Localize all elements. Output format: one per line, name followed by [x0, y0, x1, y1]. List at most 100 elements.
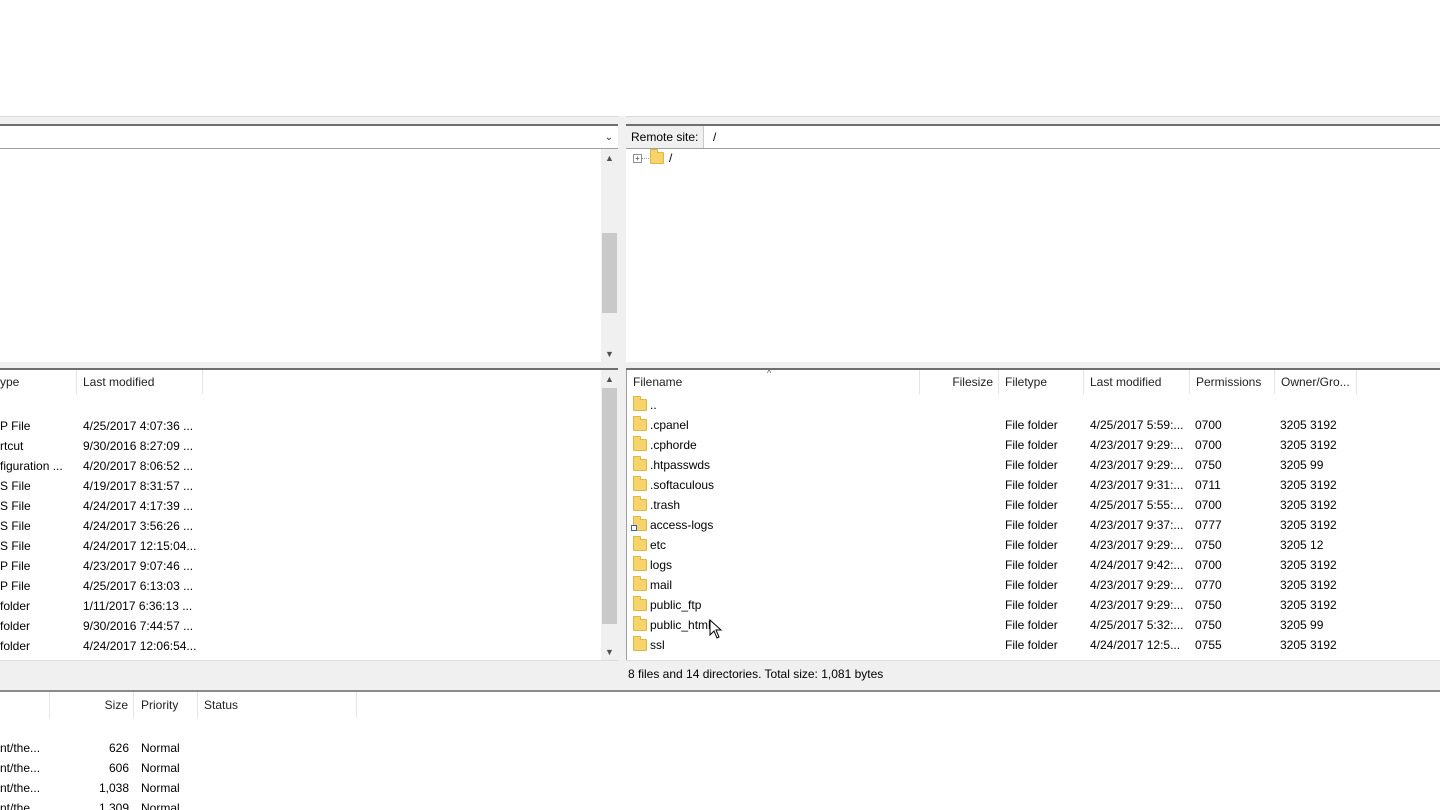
filetype-cell: File folder	[1005, 558, 1058, 572]
owner-group-cell: 3205 3192	[1280, 498, 1337, 512]
filename-cell: .htpasswds	[650, 458, 711, 472]
file-row[interactable]: .cphorde File folder 4/23/2017 9:29:... 070…	[627, 435, 1440, 455]
filetype-cell: File folder	[1005, 418, 1058, 432]
filename-cell: .trash	[650, 498, 681, 512]
list-item[interactable]: folder 4/24/2017 12:06:54...	[0, 636, 600, 656]
owner-group-cell: 3205 99	[1280, 458, 1324, 472]
filetype-cell: rtcut	[0, 439, 24, 453]
modified-cell: 9/30/2016 8:27:09 ...	[83, 439, 194, 453]
column-header-permissions[interactable]: Permissions	[1190, 370, 1275, 394]
permissions-cell: 0700	[1195, 418, 1222, 432]
remote-site-path-input[interactable]: /	[713, 126, 716, 148]
file-row[interactable]: ..	[627, 395, 1440, 415]
file-row[interactable]: public_html File folder 4/25/2017 5:32:...…	[627, 615, 1440, 635]
folder-icon	[633, 496, 647, 511]
modified-cell: 4/24/2017 12:5...	[1090, 638, 1181, 652]
column-header-priority[interactable]: Priority	[134, 692, 198, 718]
list-item[interactable]: P File 4/25/2017 4:07:36 ...	[0, 416, 600, 436]
file-row[interactable]: public_ftp File folder 4/23/2017 9:29:... 0…	[627, 595, 1440, 615]
filename-cell: ..	[650, 398, 657, 412]
column-header-filetype[interactable]: Filetype	[999, 370, 1084, 394]
filetype-cell: File folder	[1005, 638, 1058, 652]
list-item[interactable]: folder 9/30/2016 7:44:57 ...	[0, 616, 600, 636]
column-header-filename[interactable]: Filename	[627, 370, 920, 394]
modified-cell: 4/24/2017 3:56:26 ...	[83, 519, 194, 533]
column-header-size[interactable]: Size	[50, 692, 134, 718]
remote-directory-tree[interactable]: + /	[626, 149, 1440, 362]
modified-cell: 4/24/2017 4:17:39 ...	[83, 499, 194, 513]
column-header-remote-file[interactable]	[0, 692, 50, 718]
list-item[interactable]: S File 4/24/2017 3:56:26 ...	[0, 516, 600, 536]
list-item[interactable]: rtcut 9/30/2016 8:27:09 ...	[0, 436, 600, 456]
filetype-cell: folder	[0, 639, 31, 653]
column-header-filesize[interactable]: Filesize	[920, 370, 999, 394]
permissions-cell: 0777	[1195, 518, 1222, 532]
file-row[interactable]: .softaculous File folder 4/23/2017 9:31:..…	[627, 475, 1440, 495]
filetype-cell: File folder	[1005, 478, 1058, 492]
scroll-down-icon[interactable]: ▼	[601, 643, 618, 660]
remote-site-bar: Remote site: /	[626, 124, 1440, 149]
column-header-last-modified[interactable]: Last modified	[77, 370, 203, 394]
column-header-status[interactable]: Status	[198, 692, 357, 718]
horizontal-splitter[interactable]	[0, 362, 1440, 370]
column-header-last-modified[interactable]: Last modified	[1084, 370, 1190, 394]
modified-cell: 4/23/2017 9:37:...	[1090, 518, 1184, 532]
filetype-cell: S File	[0, 479, 31, 493]
permissions-cell: 0700	[1195, 558, 1222, 572]
queue-row[interactable]: nt/the... 626 Normal	[0, 738, 400, 758]
list-item[interactable]: S File 4/24/2017 12:15:04...	[0, 536, 600, 556]
owner-group-cell: 3205 3192	[1280, 438, 1337, 452]
list-item[interactable]: P File 4/25/2017 6:13:03 ...	[0, 576, 600, 596]
owner-group-cell: 3205 3192	[1280, 578, 1337, 592]
list-item[interactable]: P File 4/23/2017 9:07:46 ...	[0, 556, 600, 576]
local-site-path-combobox[interactable]: ⌄	[0, 124, 618, 149]
filetype-cell: folder	[0, 599, 31, 613]
vertical-splitter[interactable]	[618, 116, 626, 690]
file-row[interactable]: .htpasswds File folder 4/23/2017 9:29:... 0…	[627, 455, 1440, 475]
file-row[interactable]: .cpanel File folder 4/25/2017 5:59:... 0700…	[627, 415, 1440, 435]
filetype-cell: figuration ...	[0, 459, 63, 473]
column-header-filetype[interactable]: ype	[0, 370, 77, 394]
filetype-cell: File folder	[1005, 618, 1058, 632]
filetype-cell: P File	[0, 419, 31, 433]
list-item[interactable]: folder 1/11/2017 6:36:13 ...	[0, 596, 600, 616]
modified-cell: 1/11/2017 6:36:13 ...	[83, 599, 193, 613]
chevron-down-icon[interactable]: ⌄	[602, 129, 616, 145]
file-row[interactable]: ssl File folder 4/24/2017 12:5... 0755 3205 …	[627, 635, 1440, 655]
local-file-list[interactable]: ype Last modified P File 4/25/2017 4:07:3…	[0, 370, 618, 660]
scroll-up-icon[interactable]: ▲	[601, 149, 618, 166]
scroll-down-icon[interactable]: ▼	[601, 345, 618, 362]
filetype-cell: File folder	[1005, 498, 1058, 512]
list-item[interactable]: S File 4/24/2017 4:17:39 ...	[0, 496, 600, 516]
scroll-up-icon[interactable]: ▲	[601, 370, 618, 387]
tree-item-root[interactable]: /	[669, 151, 672, 165]
queue-row[interactable]: nt/the... 606 Normal	[0, 758, 400, 778]
file-row[interactable]: etc File folder 4/23/2017 9:29:... 0750 3205…	[627, 535, 1440, 555]
permissions-cell: 0770	[1195, 578, 1222, 592]
file-row[interactable]: mail File folder 4/23/2017 9:29:... 0770 320…	[627, 575, 1440, 595]
filetype-cell: File folder	[1005, 538, 1058, 552]
column-header-owner-group[interactable]: Owner/Gro...	[1275, 370, 1357, 394]
shortcut-overlay-icon	[631, 525, 637, 531]
queue-row[interactable]: nt/the... 1,038 Normal	[0, 778, 400, 798]
local-list-scrollbar[interactable]: ▲ ▼	[601, 370, 618, 660]
file-row[interactable]: logs File folder 4/24/2017 9:42:... 0700 320…	[627, 555, 1440, 575]
scrollbar-thumb[interactable]	[602, 388, 617, 624]
list-item[interactable]: figuration ... 4/20/2017 8:06:52 ...	[0, 456, 600, 476]
filetype-cell: P File	[0, 579, 31, 593]
list-item[interactable]: S File 4/19/2017 8:31:57 ...	[0, 476, 600, 496]
transfer-queue[interactable]: Size Priority Status nt/the... 626 Normal n…	[0, 692, 1440, 810]
local-directory-tree[interactable]: ▲ ▼	[0, 149, 618, 362]
remote-file-list[interactable]: ^ Filename Filesize Filetype Last modifi…	[626, 368, 1440, 660]
file-row[interactable]: access-logs File folder 4/23/2017 9:37:...…	[627, 515, 1440, 535]
owner-group-cell: 3205 3192	[1280, 598, 1337, 612]
file-row[interactable]: .trash File folder 4/25/2017 5:55:... 0700 3…	[627, 495, 1440, 515]
filename-cell: access-logs	[650, 518, 714, 532]
scrollbar-thumb[interactable]	[602, 233, 617, 313]
permissions-cell: 0700	[1195, 438, 1222, 452]
expand-icon[interactable]: +	[633, 154, 642, 163]
local-tree-scrollbar[interactable]: ▲ ▼	[601, 149, 618, 362]
queue-row[interactable]: nt/the... 1,309 Normal	[0, 798, 400, 810]
modified-cell: 4/20/2017 8:06:52 ...	[83, 459, 194, 473]
size-cell: 606	[108, 761, 129, 775]
